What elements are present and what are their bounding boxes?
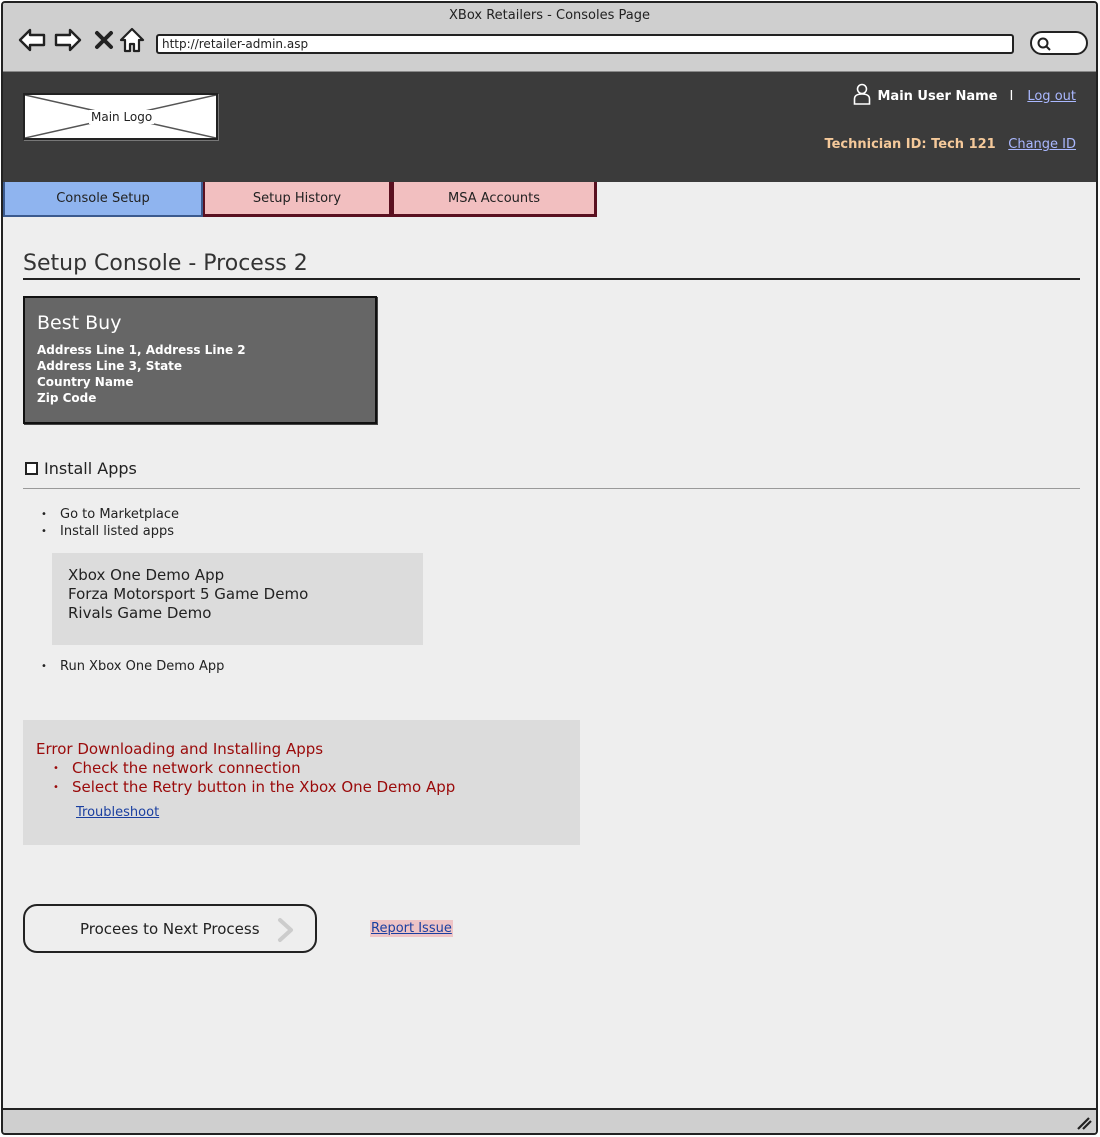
page-title: Setup Console - Process 2: [23, 251, 308, 276]
forward-icon[interactable]: [53, 25, 83, 55]
url-input[interactable]: http://retailer-admin.asp: [156, 34, 1014, 54]
store-zip: Zip Code: [37, 391, 97, 405]
error-list: • Check the network connection • Select th…: [36, 759, 567, 797]
step-text: Go to Marketplace: [60, 507, 180, 522]
user-icon: [853, 83, 871, 109]
app-header: Main Logo Main User Name I Log out Techn…: [3, 72, 1096, 182]
apps-list-box: Xbox One Demo App Forza Motorsport 5 Gam…: [52, 553, 423, 645]
browser-chrome: XBox Retailers - Consoles Page http://re…: [3, 3, 1096, 72]
store-name: Best Buy: [37, 312, 122, 334]
logo-label: Main Logo: [89, 110, 155, 124]
store-country: Country Name: [37, 375, 134, 389]
app-item: Xbox One Demo App: [68, 566, 225, 584]
install-apps-checkbox[interactable]: [25, 462, 38, 475]
list-item: • Run Xbox One Demo App: [41, 659, 225, 674]
error-item: • Check the network connection: [53, 759, 301, 777]
list-item: • Install listed apps: [41, 524, 174, 539]
store-address-line: Address Line 3, State: [37, 359, 183, 373]
error-item-text: Check the network connection: [72, 759, 301, 777]
step-text: Run Xbox One Demo App: [60, 659, 225, 674]
status-bar: [3, 1108, 1096, 1133]
main-logo[interactable]: Main Logo: [23, 93, 218, 140]
install-steps-list: • Go to Marketplace • Install listed apps: [41, 506, 179, 540]
error-item: • Select the Retry button in the Xbox One…: [53, 778, 456, 796]
proceed-label: Procees to Next Process: [80, 919, 260, 938]
error-title: Error Downloading and Installing Apps: [36, 740, 324, 758]
tab-setup-history[interactable]: Setup History: [203, 182, 392, 217]
install-apps-header: Install Apps: [25, 459, 137, 478]
logout-link[interactable]: Log out: [1027, 89, 1076, 104]
stop-icon[interactable]: [89, 25, 119, 55]
user-name: Main User Name: [877, 88, 998, 104]
change-id-link[interactable]: Change ID: [1008, 137, 1076, 152]
tab-console-setup[interactable]: Console Setup: [3, 182, 203, 217]
report-issue-link[interactable]: Report Issue: [370, 920, 453, 937]
browser-search-field[interactable]: [1030, 31, 1088, 55]
header-separator: I: [1009, 88, 1014, 104]
technician-area: Technician ID: Tech 121 Change ID: [824, 137, 1076, 152]
technician-id: Technician ID: Tech 121: [824, 137, 996, 152]
resize-grip-icon[interactable]: [1076, 1116, 1092, 1130]
run-steps-list: • Run Xbox One Demo App: [41, 658, 224, 675]
store-address-line: Address Line 1, Address Line 2: [37, 343, 246, 357]
chevron-right-icon: [278, 918, 293, 942]
search-icon: [1037, 37, 1051, 51]
window-title: XBox Retailers - Consoles Page: [449, 8, 650, 23]
proceed-button[interactable]: Procees to Next Process: [23, 904, 317, 953]
error-item-text: Select the Retry button in the Xbox One …: [72, 778, 456, 796]
user-area: Main User Name I Log out: [853, 83, 1076, 109]
tab-msa-accounts[interactable]: MSA Accounts: [392, 182, 597, 217]
main-tabs: Console Setup Setup History MSA Accounts: [3, 182, 597, 219]
store-card: Best Buy Address Line 1, Address Line 2 …: [23, 296, 377, 424]
app-item: Rivals Game Demo: [68, 604, 212, 622]
step-text: Install listed apps: [60, 524, 174, 539]
browser-window: XBox Retailers - Consoles Page http://re…: [1, 1, 1098, 1135]
home-icon[interactable]: [117, 25, 147, 55]
app-item: Forza Motorsport 5 Game Demo: [68, 585, 309, 603]
error-panel: Error Downloading and Installing Apps • C…: [23, 720, 580, 845]
list-item: • Go to Marketplace: [41, 507, 180, 522]
back-icon[interactable]: [17, 25, 47, 55]
title-divider: [23, 278, 1080, 280]
section-divider: [23, 488, 1080, 489]
troubleshoot-link[interactable]: Troubleshoot: [76, 805, 159, 820]
install-apps-label: Install Apps: [44, 459, 137, 478]
